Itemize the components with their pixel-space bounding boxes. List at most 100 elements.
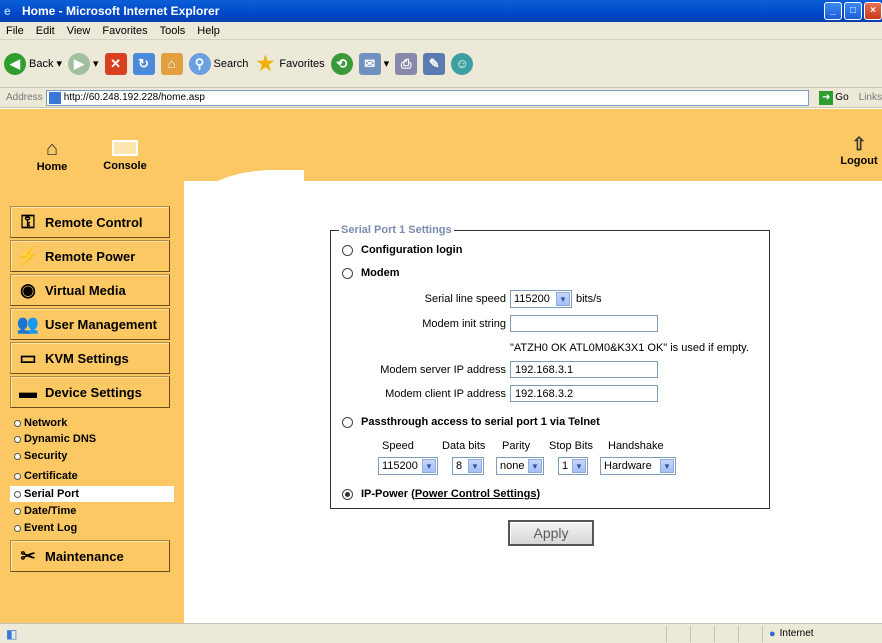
menu-kvm-settings[interactable]: ▭ KVM Settings bbox=[10, 342, 170, 374]
minimize-button[interactable]: _ bbox=[824, 2, 842, 20]
pt-parity-select[interactable]: none ▼ bbox=[496, 457, 544, 475]
menu-virtual-media[interactable]: ◉ Virtual Media bbox=[10, 274, 170, 306]
close-button[interactable]: × bbox=[864, 2, 882, 20]
messenger-button[interactable]: ☺ bbox=[451, 52, 474, 75]
print-button[interactable]: ⎙ bbox=[395, 52, 418, 75]
mail-icon: ✉ bbox=[358, 52, 381, 75]
client-ip-input[interactable]: 192.168.3.2 bbox=[510, 385, 658, 402]
menu-help[interactable]: Help bbox=[191, 25, 226, 37]
search-icon: ⚲ bbox=[188, 52, 211, 75]
history-icon: ⟲ bbox=[330, 52, 353, 75]
bullet-icon bbox=[14, 507, 21, 515]
logout-icon: ⇧ bbox=[851, 134, 867, 154]
forward-arrow-icon: ▶ bbox=[68, 52, 90, 75]
window-title: Home - Microsoft Internet Explorer bbox=[22, 4, 220, 18]
go-arrow-icon: ➜ bbox=[819, 90, 834, 105]
menu-remote-power[interactable]: ⚡ Remote Power bbox=[10, 240, 170, 272]
tools-icon: ✂ bbox=[20, 545, 36, 566]
stop-button[interactable]: ✕ bbox=[104, 52, 127, 75]
chevron-down-icon: ▼ bbox=[422, 459, 436, 473]
power-bolt-icon: ⚡ bbox=[16, 245, 40, 266]
radio-circle bbox=[342, 267, 353, 279]
device-icon: ▬ bbox=[19, 381, 37, 402]
modem-init-input[interactable] bbox=[510, 315, 658, 332]
home-nav[interactable]: ⌂ Home bbox=[32, 138, 72, 173]
passthrough-radio[interactable]: Passthrough access to serial port 1 via … bbox=[342, 416, 600, 428]
power-control-settings-link[interactable]: Power Control Settings bbox=[415, 488, 537, 500]
radio-circle bbox=[342, 244, 353, 256]
refresh-button[interactable]: ↻ bbox=[132, 52, 155, 75]
data-bits-header: Data bits bbox=[442, 440, 486, 452]
radio-circle bbox=[342, 416, 353, 428]
menu-device-settings[interactable]: ▬ Device Settings bbox=[10, 376, 170, 408]
address-input[interactable]: http://60.248.192.228/home.asp bbox=[45, 89, 810, 106]
bullet-icon bbox=[14, 524, 21, 532]
menu-file[interactable]: File bbox=[0, 25, 30, 37]
menu-user-management[interactable]: 👥 User Management bbox=[10, 308, 170, 340]
submenu-event-log[interactable]: Event Log bbox=[14, 522, 77, 534]
menu-favorites[interactable]: Favorites bbox=[96, 25, 153, 37]
pt-stop-bits-select[interactable]: 1 ▼ bbox=[558, 457, 588, 475]
submenu-date-time[interactable]: Date/Time bbox=[14, 505, 76, 517]
history-button[interactable]: ⟲ bbox=[330, 52, 353, 75]
pt-data-bits-select[interactable]: 8 ▼ bbox=[452, 457, 484, 475]
links-button[interactable]: Links bbox=[859, 92, 882, 103]
server-ip-label: Modem server IP address bbox=[380, 364, 506, 376]
edit-icon: ✎ bbox=[423, 52, 446, 75]
bullet-icon bbox=[14, 435, 21, 443]
logout-nav[interactable]: ⇧ Logout bbox=[836, 134, 882, 167]
messenger-icon: ☺ bbox=[451, 52, 474, 75]
stop-bits-header: Stop Bits bbox=[549, 440, 594, 452]
address-bar: Address http://60.248.192.228/home.asp ➜… bbox=[0, 88, 882, 108]
client-ip-label: Modem client IP address bbox=[385, 388, 506, 400]
maximize-button[interactable]: □ bbox=[844, 2, 862, 20]
status-bar: ◧ ● Internet bbox=[0, 623, 882, 643]
mail-button[interactable]: ✉ ▾ bbox=[358, 52, 389, 75]
status-segment bbox=[666, 625, 690, 642]
refresh-icon: ↻ bbox=[132, 52, 155, 75]
modem-init-note: "ATZH0 OK ATL0M0&K3X1 OK" is used if emp… bbox=[510, 342, 749, 354]
menu-remote-control[interactable]: ⚿ Remote Control bbox=[10, 206, 170, 238]
disc-icon: ◉ bbox=[20, 279, 36, 300]
chevron-down-icon: ▼ bbox=[556, 292, 570, 306]
menu-maintenance[interactable]: ✂ Maintenance bbox=[10, 540, 170, 572]
console-icon bbox=[112, 140, 138, 156]
chevron-down-icon: ▼ bbox=[572, 459, 586, 473]
submenu-certificate[interactable]: Certificate bbox=[14, 470, 78, 482]
pt-handshake-select[interactable]: Hardware ▼ bbox=[600, 457, 676, 475]
menu-tools[interactable]: Tools bbox=[154, 25, 192, 37]
remote-control-icon: ⚿ bbox=[21, 211, 35, 232]
submenu-security[interactable]: Security bbox=[14, 450, 67, 462]
console-nav[interactable]: Console bbox=[100, 138, 150, 172]
speed-header: Speed bbox=[382, 440, 414, 452]
server-ip-input[interactable]: 192.168.3.1 bbox=[510, 361, 658, 378]
back-button[interactable]: ◀ Back ▾ bbox=[4, 52, 62, 75]
serial-speed-unit: bits/s bbox=[576, 293, 602, 305]
back-arrow-icon: ◀ bbox=[4, 52, 26, 75]
status-segment bbox=[714, 625, 738, 642]
ippower-radio[interactable]: IP-Power (Power Control Settings) bbox=[342, 488, 540, 500]
favorites-button[interactable]: ★ Favorites bbox=[254, 53, 324, 75]
serial-speed-select[interactable]: 115200 ▼ bbox=[510, 290, 572, 308]
config-login-radio[interactable]: Configuration login bbox=[342, 244, 462, 256]
star-icon: ★ bbox=[256, 52, 275, 75]
pt-speed-select[interactable]: 115200 ▼ bbox=[378, 457, 438, 475]
users-icon: 👥 bbox=[16, 313, 40, 334]
home-toolbar-button[interactable]: ⌂ bbox=[160, 52, 183, 75]
menu-edit[interactable]: Edit bbox=[30, 25, 61, 37]
address-label: Address bbox=[6, 92, 43, 103]
submenu-dynamic-dns[interactable]: Dynamic DNS bbox=[14, 433, 96, 445]
menu-view[interactable]: View bbox=[61, 25, 97, 37]
chevron-down-icon: ▼ bbox=[660, 459, 674, 473]
submenu-network[interactable]: Network bbox=[14, 417, 67, 429]
apply-button[interactable]: Apply bbox=[508, 520, 594, 546]
status-segment bbox=[690, 625, 714, 642]
bullet-icon bbox=[14, 490, 21, 498]
menubar: File Edit View Favorites Tools Help bbox=[0, 22, 882, 40]
search-button[interactable]: ⚲ Search bbox=[188, 52, 248, 75]
modem-radio[interactable]: Modem bbox=[342, 267, 400, 279]
submenu-serial-port[interactable]: Serial Port bbox=[10, 486, 174, 502]
forward-button[interactable]: ▶ ▾ bbox=[68, 52, 99, 75]
go-button[interactable]: ➜ Go bbox=[819, 90, 849, 105]
edit-button[interactable]: ✎ bbox=[423, 52, 446, 75]
